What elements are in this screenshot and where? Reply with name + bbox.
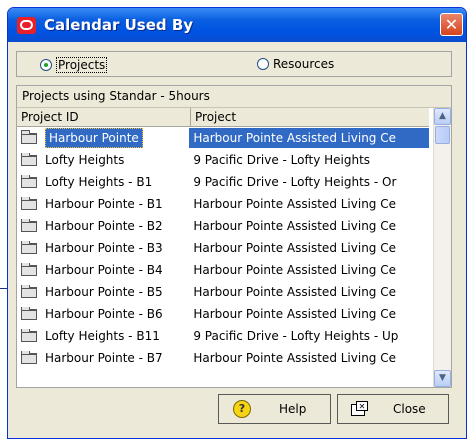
- project-id-cell: Harbour Pointe - B3: [17, 241, 189, 255]
- projects-table: Project ID Project Harbour Pointe Harbour…: [17, 108, 451, 387]
- project-name-cell: Harbour Pointe Assisted Living Ce: [189, 128, 429, 148]
- scroll-down-icon[interactable]: ▼: [434, 370, 451, 387]
- folder-icon: [21, 329, 37, 342]
- folder-icon: [21, 129, 37, 144]
- project-name-cell: Harbour Pointe Assisted Living Ce: [193, 197, 396, 211]
- project-id-cell: Harbour Pointe: [17, 128, 189, 148]
- resources-radio[interactable]: Resources: [257, 57, 334, 71]
- project-id-text: Harbour Pointe - B1: [45, 197, 163, 211]
- project-id-text: Harbour Pointe - B3: [45, 241, 163, 255]
- project-id-cell: Harbour Pointe - B1: [17, 197, 189, 211]
- table-row[interactable]: Harbour Pointe - B4 Harbour Pointe Assist…: [17, 259, 429, 281]
- table-row[interactable]: Lofty Heights - B11 9 Pacific Drive - Lof…: [17, 325, 429, 347]
- help-button-label: Help: [279, 402, 307, 416]
- project-name-cell: Harbour Pointe Assisted Living Ce: [193, 263, 396, 277]
- project-id-text: Lofty Heights - B1: [45, 175, 153, 189]
- help-icon: ?: [233, 400, 251, 418]
- table-row[interactable]: Harbour Pointe - B5 Harbour Pointe Assist…: [17, 281, 429, 303]
- project-id-cell: Harbour Pointe - B5: [17, 285, 189, 299]
- folder-icon: [21, 307, 37, 320]
- radio-checked-icon: [40, 59, 52, 71]
- table-row[interactable]: Harbour Pointe - B2 Harbour Pointe Assist…: [17, 215, 429, 237]
- column-header-project-id[interactable]: Project ID: [17, 108, 191, 126]
- project-id-cell: Harbour Pointe - B7: [17, 351, 189, 365]
- title-bar[interactable]: Calendar Used By ✕: [8, 8, 466, 42]
- project-id-cell: Harbour Pointe - B6: [17, 307, 189, 321]
- project-id-cell: Lofty Heights - B11: [17, 329, 189, 343]
- scroll-thumb[interactable]: [435, 126, 450, 144]
- calendar-used-by-dialog: Calendar Used By ✕ Projects Resources Pr…: [7, 7, 467, 439]
- project-id-cell: Lofty Heights: [17, 153, 189, 167]
- help-button[interactable]: ? Help: [218, 394, 331, 424]
- project-name-cell: Harbour Pointe Assisted Living Ce: [193, 219, 396, 233]
- table-header: Project ID Project: [17, 108, 429, 127]
- project-id-text: Harbour Pointe - B2: [45, 219, 163, 233]
- window-title: Calendar Used By: [44, 16, 194, 34]
- close-window-icon: ✕: [351, 401, 369, 417]
- table-row[interactable]: Harbour Pointe - B3 Harbour Pointe Assist…: [17, 237, 429, 259]
- oracle-app-icon: [17, 16, 36, 34]
- vertical-scrollbar[interactable]: ▲ ▼: [433, 108, 451, 387]
- scroll-up-icon[interactable]: ▲: [434, 108, 451, 125]
- project-name-cell: Harbour Pointe Assisted Living Ce: [193, 307, 396, 321]
- folder-icon: [21, 241, 37, 254]
- project-name-cell: 9 Pacific Drive - Lofty Heights - Up: [193, 329, 399, 343]
- project-name-cell: 9 Pacific Drive - Lofty Heights: [193, 153, 371, 167]
- table-body: Harbour Pointe Harbour Pointe Assisted Li…: [17, 127, 429, 387]
- projects-panel: Projects using Standar - 5hours Project …: [16, 85, 452, 388]
- project-id-text: Lofty Heights: [45, 153, 125, 167]
- filter-radio-group: Projects Resources: [16, 51, 452, 77]
- resources-radio-label: Resources: [273, 57, 335, 71]
- radio-unchecked-icon: [257, 58, 269, 70]
- projects-radio-label: Projects: [56, 57, 108, 73]
- table-row[interactable]: Lofty Heights 9 Pacific Drive - Lofty Hei…: [17, 149, 429, 171]
- folder-icon: [21, 197, 37, 210]
- project-id-text: Harbour Pointe: [45, 128, 143, 148]
- project-id-text: Harbour Pointe - B6: [45, 307, 163, 321]
- project-id-cell: Harbour Pointe - B2: [17, 219, 189, 233]
- folder-icon: [21, 263, 37, 276]
- projects-radio[interactable]: Projects: [40, 57, 108, 73]
- project-name-cell: Harbour Pointe Assisted Living Ce: [193, 351, 396, 365]
- table-row[interactable]: Lofty Heights - B1 9 Pacific Drive - Loft…: [17, 171, 429, 193]
- project-name-cell: 9 Pacific Drive - Lofty Heights - Or: [193, 175, 397, 189]
- close-button-label: Close: [393, 402, 426, 416]
- project-id-text: Harbour Pointe - B4: [45, 263, 163, 277]
- folder-icon: [21, 175, 37, 188]
- folder-icon: [21, 219, 37, 232]
- project-id-text: Harbour Pointe - B7: [45, 351, 163, 365]
- project-id-text: Lofty Heights - B11: [45, 329, 160, 343]
- project-name-cell: Harbour Pointe Assisted Living Ce: [193, 241, 396, 255]
- column-header-project[interactable]: Project: [191, 108, 429, 126]
- table-row[interactable]: Harbour Pointe - B6 Harbour Pointe Assist…: [17, 303, 429, 325]
- table-row[interactable]: Harbour Pointe - B7 Harbour Pointe Assist…: [17, 347, 429, 369]
- window-close-button[interactable]: ✕: [440, 13, 463, 36]
- table-row[interactable]: Harbour Pointe - B1 Harbour Pointe Assist…: [17, 193, 429, 215]
- table-row[interactable]: Harbour Pointe Harbour Pointe Assisted Li…: [17, 127, 429, 149]
- folder-icon: [21, 153, 37, 166]
- panel-caption: Projects using Standar - 5hours: [17, 86, 451, 108]
- project-id-cell: Lofty Heights - B1: [17, 175, 189, 189]
- project-id-text: Harbour Pointe - B5: [45, 285, 163, 299]
- folder-icon: [21, 285, 37, 298]
- close-button[interactable]: ✕ Close: [337, 394, 449, 424]
- project-name-cell: Harbour Pointe Assisted Living Ce: [193, 285, 396, 299]
- project-id-cell: Harbour Pointe - B4: [17, 263, 189, 277]
- folder-icon: [21, 351, 37, 364]
